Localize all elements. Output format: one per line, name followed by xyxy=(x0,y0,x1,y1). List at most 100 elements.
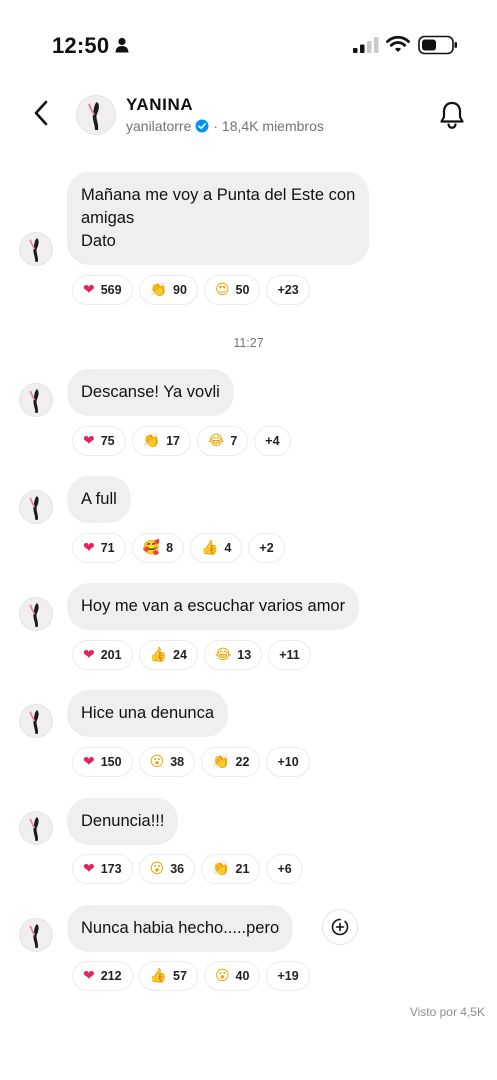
reaction-chip[interactable]: 😮 36 xyxy=(138,854,196,884)
reaction-count: +10 xyxy=(277,755,299,769)
reaction-count: 22 xyxy=(235,755,250,769)
reaction-chip[interactable]: 👏 17 xyxy=(131,426,191,456)
sender-avatar[interactable] xyxy=(19,383,53,417)
sender-avatar[interactable] xyxy=(19,918,53,952)
sender-avatar[interactable] xyxy=(19,811,53,845)
reaction-count: 57 xyxy=(173,969,187,983)
reaction-count: +2 xyxy=(259,541,274,555)
reaction-count: +6 xyxy=(277,862,292,876)
sender-avatar[interactable] xyxy=(19,704,53,738)
reaction-emoji-icon: ❤ xyxy=(83,540,95,556)
message-bubble[interactable]: Mañana me voy a Punta del Este con amigas… xyxy=(67,172,370,265)
reaction-bar: ❤ 173 😮 36 👏 21 +6 xyxy=(72,854,303,884)
reaction-chip[interactable]: ❤ 173 xyxy=(72,854,133,884)
more-reactions-chip[interactable]: +19 xyxy=(266,961,310,991)
more-reactions-chip[interactable]: +4 xyxy=(254,426,291,456)
reaction-chip[interactable]: 🥰 8 xyxy=(131,533,185,563)
reaction-count: 36 xyxy=(170,862,185,876)
reaction-count: 75 xyxy=(100,434,115,448)
reaction-chip[interactable]: 😍 50 xyxy=(203,275,261,305)
reaction-chip[interactable]: 😂 7 xyxy=(196,426,249,456)
sender-avatar[interactable] xyxy=(19,232,53,266)
message-bubble[interactable]: Denuncia!!! xyxy=(67,798,179,845)
message-bubble[interactable]: A full xyxy=(67,476,131,523)
reaction-emoji-icon: 👏 xyxy=(212,754,230,770)
reaction-count: 71 xyxy=(100,541,115,555)
timestamp-divider: 11:27 xyxy=(233,336,264,350)
more-reactions-chip[interactable]: +23 xyxy=(266,275,310,305)
reaction-chip[interactable]: 😮 40 xyxy=(203,961,261,991)
reaction-count: +11 xyxy=(279,648,300,662)
message-bubble[interactable]: Descanse! Ya vovli xyxy=(67,369,234,416)
message-bubble[interactable]: Hice una denunca xyxy=(67,690,229,737)
reaction-count: +4 xyxy=(265,434,280,448)
reaction-count: 8 xyxy=(166,541,174,555)
message-text-line: Hice una denunca xyxy=(81,704,215,722)
reaction-chip[interactable]: 👏 90 xyxy=(138,275,198,305)
message-bubble[interactable]: Nunca habia hecho.....pero xyxy=(67,905,294,952)
reaction-emoji-icon: ❤ xyxy=(83,754,95,770)
reaction-chip[interactable]: 👍 57 xyxy=(138,961,198,991)
reaction-chip[interactable]: ❤ 150 xyxy=(72,747,133,777)
reaction-chip[interactable]: ❤ 75 xyxy=(72,426,126,456)
message-text-line: Dato xyxy=(81,232,116,250)
reaction-count: 13 xyxy=(237,648,252,662)
reaction-chip[interactable]: ❤ 201 xyxy=(72,640,133,670)
more-reactions-chip[interactable]: +11 xyxy=(268,640,311,670)
sender-avatar[interactable] xyxy=(19,597,53,631)
reaction-bar: ❤ 71 🥰 8 👍 4 +2 xyxy=(72,533,285,563)
reaction-count: +23 xyxy=(277,283,299,297)
reaction-bar: ❤ 75 👏 17 😂 7 +4 xyxy=(72,426,291,456)
silhouette-icon xyxy=(29,603,39,627)
more-reactions-chip[interactable]: +6 xyxy=(266,854,303,884)
reaction-chip[interactable]: ❤ 569 xyxy=(72,275,133,305)
reaction-count: 40 xyxy=(235,969,250,983)
reaction-chip[interactable]: 😮 38 xyxy=(138,747,196,777)
reaction-count: 173 xyxy=(100,862,122,876)
channel-subtitle: yanilatorre · 18,4K miembros xyxy=(126,118,324,134)
back-arrow-icon[interactable] xyxy=(30,98,54,128)
reaction-emoji-icon: ❤ xyxy=(83,647,95,663)
channel-header: YANINA yanilatorre · 18,4K miembros xyxy=(0,80,497,156)
silhouette-icon xyxy=(29,817,39,841)
reaction-emoji-icon: ❤ xyxy=(83,968,95,984)
reaction-count: 21 xyxy=(235,862,250,876)
reaction-emoji-icon: ❤ xyxy=(83,282,95,298)
reaction-emoji-icon: 🥰 xyxy=(142,540,161,556)
more-reactions-chip[interactable]: +2 xyxy=(248,533,285,563)
silhouette-icon xyxy=(29,389,39,413)
message-text-line: Mañana me voy a Punta del Este con xyxy=(81,186,356,204)
reaction-chip[interactable]: ❤ 71 xyxy=(72,533,126,563)
sender-avatar[interactable] xyxy=(19,490,53,524)
message-bubble[interactable]: Hoy me van a escuchar varios amor xyxy=(67,583,360,630)
reaction-bar: ❤ 569 👏 90 😍 50 +23 xyxy=(72,275,310,305)
reaction-emoji-icon: 😮 xyxy=(149,861,165,877)
reaction-emoji-icon: 😮 xyxy=(149,754,165,770)
reaction-count: 50 xyxy=(235,283,250,297)
reaction-emoji-icon: 👏 xyxy=(142,433,161,449)
reaction-emoji-icon: 👏 xyxy=(212,861,230,877)
reaction-chip[interactable]: ❤ 212 xyxy=(72,961,133,991)
seen-by-count: Visto por 4,5K xyxy=(409,1005,485,1019)
add-reaction-button[interactable] xyxy=(322,909,358,945)
battery-icon xyxy=(418,35,457,55)
reaction-chip[interactable]: 👏 21 xyxy=(201,854,261,884)
message-text-line: amigas xyxy=(81,209,135,227)
reaction-chip[interactable]: 👍 24 xyxy=(138,640,198,670)
reaction-count: 7 xyxy=(230,434,238,448)
reaction-chip[interactable]: 👏 22 xyxy=(201,747,261,777)
reaction-chip[interactable]: 😂 13 xyxy=(203,640,263,670)
status-bar: 12:50 xyxy=(0,0,497,80)
more-reactions-chip[interactable]: +10 xyxy=(266,747,310,777)
notification-bell-icon[interactable] xyxy=(438,100,466,130)
reaction-count: 4 xyxy=(224,541,232,555)
silhouette-icon xyxy=(29,924,39,948)
member-count: · 18,4K miembros xyxy=(213,118,324,134)
reaction-bar: ❤ 150 😮 38 👏 22 +10 xyxy=(72,747,310,777)
reaction-count: +19 xyxy=(277,969,299,983)
wifi-icon xyxy=(386,35,410,52)
reaction-emoji-icon: 😂 xyxy=(207,433,225,449)
channel-title[interactable]: YANINA xyxy=(126,95,193,115)
channel-avatar[interactable] xyxy=(76,95,116,135)
reaction-chip[interactable]: 👍 4 xyxy=(190,533,243,563)
